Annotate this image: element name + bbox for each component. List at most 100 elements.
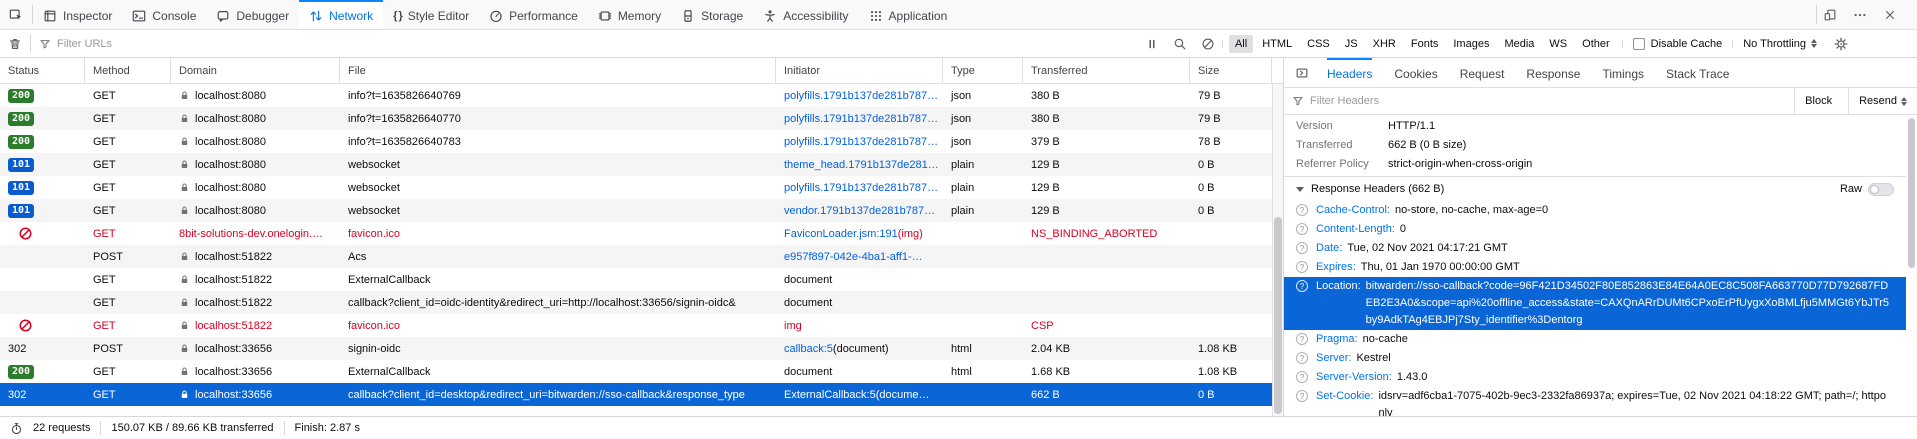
initiator-link[interactable]: polyfills.1791b137de281b787… <box>784 136 938 148</box>
column-header-file[interactable]: File <box>340 58 776 83</box>
tab-network[interactable]: Network <box>299 0 383 29</box>
initiator-link[interactable]: e957f897-042e-4ba1-aff1-… <box>784 251 923 263</box>
request-row[interactable]: 200GETlocalhost:8080info?t=1635826640770… <box>0 107 1272 130</box>
request-row[interactable]: 101GETlocalhost:8080websocketpolyfills.1… <box>0 176 1272 199</box>
close-icon[interactable] <box>1877 8 1903 22</box>
header-help-icon[interactable]: ? <box>1296 204 1308 216</box>
column-header-transferred[interactable]: Transferred <box>1023 58 1190 83</box>
filter-type-html[interactable]: HTML <box>1256 35 1298 53</box>
tab-memory[interactable]: Memory <box>588 0 671 29</box>
header-help-icon[interactable]: ? <box>1296 223 1308 235</box>
request-row[interactable]: 101GETlocalhost:8080websockettheme_head.… <box>0 153 1272 176</box>
header-row-server[interactable]: ?ServerKestrel <box>1284 349 1906 368</box>
responsive-design-icon[interactable] <box>1817 8 1843 22</box>
meatball-menu-icon[interactable] <box>1847 8 1873 22</box>
details-tab-headers[interactable]: Headers <box>1327 58 1372 87</box>
domain-cell: 8bit-solutions-dev.onelogin.… <box>171 222 340 245</box>
filter-urls-input[interactable] <box>57 38 331 50</box>
request-blocking-icon[interactable] <box>1194 37 1222 51</box>
tab-storage[interactable]: Storage <box>671 0 753 29</box>
filter-type-fonts[interactable]: Fonts <box>1405 35 1445 53</box>
tab-accessibility[interactable]: Accessibility <box>753 0 858 29</box>
network-settings-gear-icon[interactable] <box>1827 37 1855 51</box>
disable-cache-checkbox[interactable] <box>1633 38 1645 50</box>
column-header-method[interactable]: Method <box>85 58 171 83</box>
header-row-pragma[interactable]: ?Pragmano-cache <box>1284 330 1906 349</box>
filter-type-all[interactable]: All <box>1229 35 1253 53</box>
header-help-icon[interactable]: ? <box>1296 333 1308 345</box>
tab-console[interactable]: Console <box>122 0 206 29</box>
request-row[interactable]: 200GETlocalhost:33656ExternalCallbackdoc… <box>0 360 1272 383</box>
tab-performance[interactable]: Performance <box>479 0 588 29</box>
pause-recording-icon[interactable] <box>1138 37 1166 51</box>
details-tab-stack-trace[interactable]: Stack Trace <box>1666 58 1729 87</box>
header-help-icon[interactable]: ? <box>1296 352 1308 364</box>
details-tab-request[interactable]: Request <box>1460 58 1505 87</box>
tab-inspector[interactable]: Inspector <box>33 0 122 29</box>
filter-type-media[interactable]: Media <box>1498 35 1540 53</box>
request-row[interactable]: GETlocalhost:51822favicon.icoimgCSP <box>0 314 1272 337</box>
header-row-cache-control[interactable]: ?Cache-Controlno-store, no-cache, max-ag… <box>1284 201 1906 220</box>
request-row[interactable]: 101GETlocalhost:8080websocketvendor.1791… <box>0 199 1272 222</box>
search-icon[interactable] <box>1166 37 1194 51</box>
disable-cache-label[interactable]: Disable Cache <box>1651 38 1723 50</box>
filter-type-xhr[interactable]: XHR <box>1367 35 1402 53</box>
header-help-icon[interactable]: ? <box>1296 280 1308 292</box>
filter-type-js[interactable]: JS <box>1339 35 1364 53</box>
filter-type-css[interactable]: CSS <box>1301 35 1336 53</box>
header-row-location[interactable]: ?Locationbitwarden://sso-callback?code=9… <box>1284 277 1906 330</box>
table-scrollbar-thumb[interactable] <box>1274 217 1282 414</box>
header-help-icon[interactable]: ? <box>1296 390 1308 402</box>
block-button[interactable]: Block <box>1794 88 1842 114</box>
request-row[interactable]: POSTlocalhost:51822Acse957f897-042e-4ba1… <box>0 245 1272 268</box>
details-tab-response[interactable]: Response <box>1526 58 1580 87</box>
initiator-link[interactable]: polyfills.1791b137de281b787… <box>784 182 938 194</box>
request-row[interactable]: GET8bit-solutions-dev.onelogin.…favicon.… <box>0 222 1272 245</box>
column-header-domain[interactable]: Domain <box>171 58 340 83</box>
clear-requests-button[interactable] <box>0 37 30 51</box>
column-header-type[interactable]: Type <box>943 58 1023 83</box>
filter-headers-input[interactable] <box>1310 95 1788 107</box>
header-row-server-version[interactable]: ?Server-Version1.43.0 <box>1284 368 1906 387</box>
header-row-set-cookie[interactable]: ?Set-Cookieidsrv=adf6cba1-7075-402b-9ec3… <box>1284 387 1906 416</box>
tab-application[interactable]: Application <box>859 0 958 29</box>
request-row[interactable]: 200GETlocalhost:8080info?t=1635826640783… <box>0 130 1272 153</box>
details-tab-timings[interactable]: Timings <box>1602 58 1644 87</box>
element-picker-button[interactable] <box>0 0 32 29</box>
details-tab-cookies[interactable]: Cookies <box>1394 58 1437 87</box>
initiator-link[interactable]: FaviconLoader.jsm:191 <box>784 228 898 240</box>
initiator-link[interactable]: vendor.1791b137de281b787… <box>784 205 935 217</box>
tab-style-editor[interactable]: { }Style Editor <box>383 0 479 29</box>
initiator-text: (img) <box>898 228 923 240</box>
request-row[interactable]: GETlocalhost:51822ExternalCallbackdocume… <box>0 268 1272 291</box>
table-scrollbar[interactable] <box>1272 84 1283 416</box>
request-row[interactable]: GETlocalhost:51822callback?client_id=oid… <box>0 291 1272 314</box>
initiator-link[interactable]: polyfills.1791b137de281b787… <box>784 113 938 125</box>
filter-type-other[interactable]: Other <box>1576 35 1616 53</box>
request-row[interactable]: 302POSTlocalhost:33656signin-oidccallbac… <box>0 337 1272 360</box>
initiator-link[interactable]: callback:5 <box>784 343 833 355</box>
initiator-link[interactable]: polyfills.1791b137de281b787… <box>784 90 938 102</box>
column-header-size[interactable]: Size <box>1190 58 1272 83</box>
header-row-date[interactable]: ?DateTue, 02 Nov 2021 04:17:21 GMT <box>1284 239 1906 258</box>
column-header-status[interactable]: Status <box>0 58 85 83</box>
filter-type-ws[interactable]: WS <box>1543 35 1573 53</box>
header-help-icon[interactable]: ? <box>1296 242 1308 254</box>
column-header-initiator[interactable]: Initiator <box>776 58 943 83</box>
header-help-icon[interactable]: ? <box>1296 371 1308 383</box>
throttling-dropdown[interactable]: No Throttling <box>1733 38 1827 50</box>
request-row[interactable]: 200GETlocalhost:8080info?t=1635826640769… <box>0 84 1272 107</box>
request-row[interactable]: 302GETlocalhost:33656callback?client_id=… <box>0 383 1272 406</box>
raw-toggle[interactable] <box>1868 183 1894 196</box>
initiator-link[interactable]: ExternalCallback:5 <box>784 389 876 401</box>
details-scrollbar[interactable] <box>1906 88 1917 416</box>
initiator-link[interactable]: theme_head.1791b137de281… <box>784 159 939 171</box>
split-panel-toggle-icon[interactable] <box>1288 58 1316 87</box>
header-help-icon[interactable]: ? <box>1296 261 1308 273</box>
header-row-expires[interactable]: ?ExpiresThu, 01 Jan 1970 00:00:00 GMT <box>1284 258 1906 277</box>
tab-debugger[interactable]: Debugger <box>206 0 299 29</box>
response-headers-section[interactable]: Response Headers (662 B) Raw <box>1284 176 1906 201</box>
details-scrollbar-thumb[interactable] <box>1908 118 1915 268</box>
filter-type-images[interactable]: Images <box>1447 35 1495 53</box>
header-row-content-length[interactable]: ?Content-Length0 <box>1284 220 1906 239</box>
